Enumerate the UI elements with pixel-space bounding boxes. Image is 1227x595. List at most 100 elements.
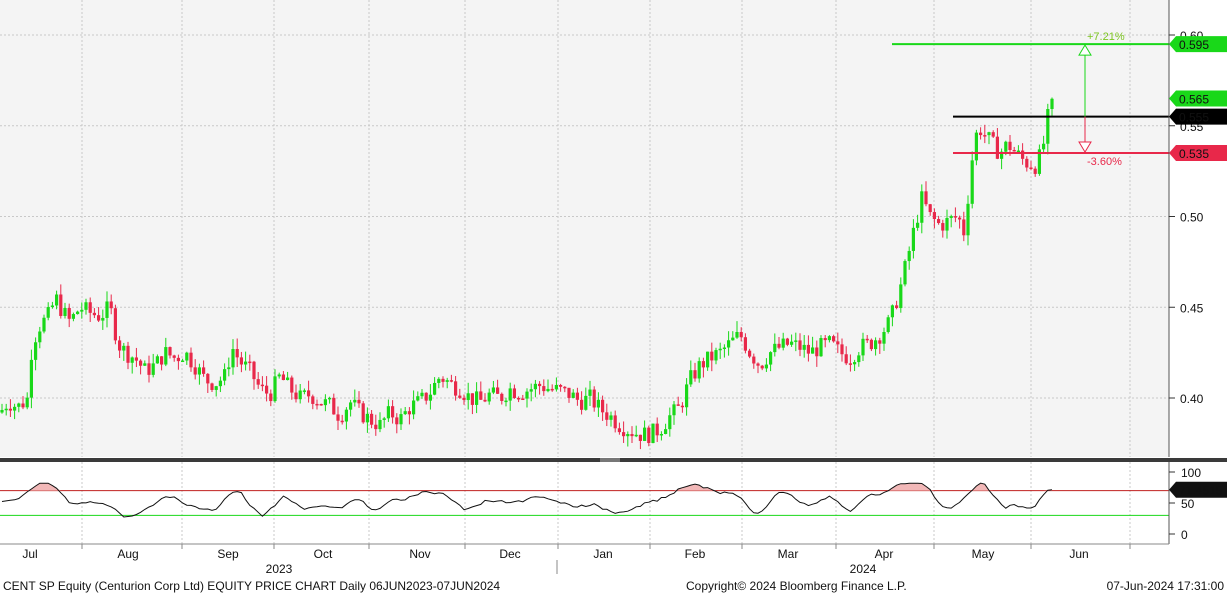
candle-body	[311, 396, 315, 404]
candle-body	[764, 364, 768, 369]
candle-body	[55, 294, 59, 306]
indicator-tick-label: 100	[1181, 466, 1201, 480]
candle-body	[794, 340, 798, 342]
candle-body	[307, 390, 311, 397]
candle-body	[403, 411, 407, 415]
candle-body	[928, 204, 932, 213]
candle-body	[46, 307, 50, 318]
candle-body	[286, 377, 290, 381]
candle-body	[386, 406, 390, 419]
candle-body	[504, 400, 508, 403]
candle-body	[899, 284, 903, 309]
main-plot-area	[0, 0, 1169, 457]
candle-body	[785, 338, 789, 345]
candle-body	[118, 340, 122, 351]
candle-body	[571, 392, 575, 398]
candle-body	[848, 363, 852, 365]
candle-body	[160, 356, 164, 365]
candle-body	[596, 399, 600, 408]
candle-body	[181, 360, 185, 363]
price-tag-label: 0.555	[1179, 111, 1209, 125]
candle-body	[214, 386, 218, 390]
candle-body	[206, 373, 210, 384]
candle-body	[328, 397, 332, 400]
candle-body	[193, 367, 197, 375]
candle-body	[714, 350, 718, 361]
candle-body	[202, 367, 206, 374]
candle-body	[664, 429, 668, 434]
candle-body	[210, 383, 214, 390]
candle-body	[769, 352, 773, 365]
candle-body	[454, 381, 458, 396]
candle-body	[567, 387, 571, 398]
divider-handle[interactable]	[600, 458, 620, 462]
candle-body	[277, 374, 281, 377]
candle-body	[752, 356, 756, 364]
price-tag-label: 0.565	[1179, 93, 1209, 107]
indicator-value-label: 71.4515	[1179, 484, 1223, 498]
candle-body	[924, 191, 928, 205]
candle-body	[559, 385, 563, 387]
candle-body	[903, 261, 907, 285]
candle-body	[836, 341, 840, 345]
candle-body	[298, 390, 302, 400]
candle-body	[252, 361, 256, 380]
candle-body	[470, 393, 474, 405]
candle-body	[798, 340, 802, 350]
candle-body	[647, 427, 651, 444]
candle-body	[315, 403, 319, 406]
candle-body	[1008, 141, 1012, 150]
candle-body	[130, 357, 134, 363]
candle-body	[361, 403, 365, 423]
month-label: Jul	[22, 547, 37, 561]
year-label: 2023	[266, 562, 293, 576]
candle-body	[273, 376, 277, 402]
candle-body	[895, 305, 899, 309]
candle-body	[8, 408, 12, 411]
candle-body	[890, 305, 894, 318]
candle-body	[609, 415, 613, 420]
candle-body	[80, 309, 84, 312]
candle-body	[613, 415, 617, 429]
candle-body	[554, 385, 558, 390]
candle-body	[689, 370, 693, 385]
candle-body	[294, 392, 298, 400]
candle-body	[97, 315, 101, 321]
candle-body	[634, 434, 638, 437]
candle-body	[806, 344, 810, 354]
candle-body	[748, 350, 752, 357]
candle-body	[353, 399, 357, 403]
candle-body	[853, 362, 857, 365]
candle-body	[235, 349, 239, 358]
candle-body	[958, 217, 962, 220]
candle-body	[218, 380, 222, 387]
month-label: Nov	[409, 547, 430, 561]
candle-body	[643, 427, 647, 441]
candle-body	[995, 136, 999, 159]
candle-body	[319, 403, 323, 406]
candle-body	[302, 390, 306, 392]
candle-body	[71, 314, 75, 319]
candle-body	[34, 342, 38, 360]
footer-title: CENT SP Equity (Centurion Corp Ltd) EQUI…	[3, 579, 500, 593]
candle-body	[382, 418, 386, 420]
price-tag-label: 0.535	[1179, 147, 1209, 161]
candle-body	[966, 203, 970, 236]
candle-body	[722, 347, 726, 350]
candle-body	[445, 380, 449, 382]
month-label: Apr	[875, 547, 894, 561]
candle-body	[365, 413, 369, 423]
candle-body	[617, 428, 621, 433]
candle-body	[949, 216, 953, 218]
candle-body	[979, 132, 983, 136]
candle-body	[462, 397, 466, 401]
candle-body	[668, 415, 672, 430]
candle-body	[63, 307, 67, 316]
candle-body	[622, 432, 626, 437]
candle-body	[449, 380, 453, 382]
candle-body	[676, 404, 680, 406]
price-chart: +7.21%-3.60% 0.400.450.500.550.600.5950.…	[0, 0, 1227, 593]
candle-body	[575, 392, 579, 400]
candle-body	[932, 212, 936, 220]
candle-body	[113, 308, 117, 341]
